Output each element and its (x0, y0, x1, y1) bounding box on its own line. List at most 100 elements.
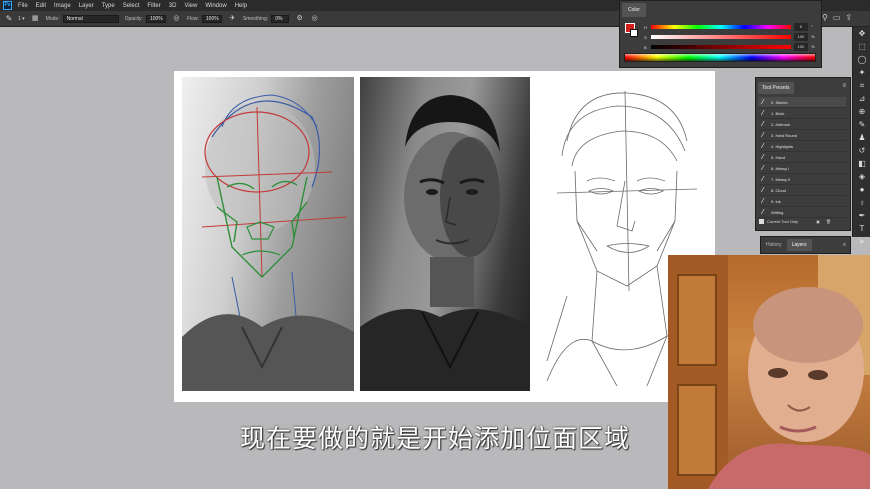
menu-edit[interactable]: Edit (36, 3, 46, 9)
share-icon[interactable]: ⇪ (845, 13, 852, 22)
preset-item[interactable]: ⁄ 2. Airbrush (758, 119, 846, 130)
brush-icon[interactable]: ✎ (853, 118, 870, 131)
chevron-down-icon: ▾ (20, 15, 25, 22)
tool-presets-tab[interactable]: Tool Presets (758, 82, 794, 94)
preset-label: 6. Messy I (771, 165, 790, 171)
toolbar: ✥ ⬚ ◯ ✦ ⌗ ⊿ ⊕ ✎ ♟ ↺ ◧ ◈ ● ♁ ✒ T ➤ (852, 27, 870, 246)
preset-label: 0. Sketch (771, 99, 788, 105)
brightness-label: B (644, 45, 647, 50)
color-spectrum[interactable] (624, 53, 816, 62)
healing-icon[interactable]: ⊕ (853, 105, 870, 118)
stamp-icon[interactable]: ♟ (853, 131, 870, 144)
menu-filter[interactable]: Filter (147, 3, 160, 9)
menu-select[interactable]: Select (123, 3, 140, 9)
type-icon[interactable]: T (853, 222, 870, 235)
history-brush-icon[interactable]: ↺ (853, 144, 870, 157)
saturation-track[interactable] (651, 35, 791, 39)
menu-window[interactable]: Window (205, 3, 226, 9)
preset-item[interactable]: ⁄ 1. Brick (758, 108, 846, 119)
preset-item[interactable]: ⁄ 8. Cloud (758, 185, 846, 196)
mode-control[interactable]: Mode: Normal (46, 14, 119, 23)
saturation-value[interactable]: 100 (794, 33, 808, 41)
menu-type[interactable]: Type (102, 3, 115, 9)
dodge-icon[interactable]: ♁ (853, 196, 870, 209)
hue-value[interactable]: 0 (794, 23, 808, 31)
flow-control[interactable]: Flow: 100% (186, 14, 222, 23)
preset-item[interactable]: ⁄ 6. Messy I (758, 163, 846, 174)
move-icon[interactable]: ✥ (853, 27, 870, 40)
document-canvas[interactable] (174, 71, 715, 402)
preset-label: 5. Hand (771, 154, 786, 160)
smoothing-control[interactable]: Smoothing: 0% (243, 14, 290, 23)
brightness-value[interactable]: 100 (794, 43, 808, 51)
menu-image[interactable]: Image (54, 3, 71, 9)
marquee-icon[interactable]: ⬚ (853, 40, 870, 53)
hue-slider[interactable]: H 0 ° (644, 23, 819, 33)
tab-layers[interactable]: Layers (786, 239, 812, 251)
panel-menu-icon[interactable]: ≡ (843, 242, 846, 248)
reference-photo (360, 77, 530, 391)
menu-view[interactable]: View (184, 3, 197, 9)
brightness-slider[interactable]: B 100 % (644, 43, 819, 53)
presenter-video (668, 255, 870, 489)
opacity-control[interactable]: Opacity: 100% (124, 14, 166, 23)
panel-menu-icon[interactable]: ≡ (842, 83, 846, 89)
preset-item[interactable]: ⁄ 9. Ink (758, 196, 846, 207)
menu-help[interactable]: Help (235, 3, 247, 9)
search-icon[interactable]: ⚲ (822, 13, 828, 22)
path-select-icon[interactable]: ➤ (853, 235, 870, 248)
smoothing-input[interactable]: 0% (271, 14, 290, 23)
preset-item[interactable]: ⁄ 5. Hand (758, 152, 846, 163)
brightness-track[interactable] (651, 45, 791, 49)
brush-size-picker[interactable]: 1 ▾ (18, 16, 25, 22)
blur-icon[interactable]: ● (853, 183, 870, 196)
opacity-label: Opacity: (124, 15, 143, 22)
bucket-icon[interactable]: ◈ (853, 170, 870, 183)
pressure-opacity-icon[interactable]: ◎ (172, 14, 181, 23)
menu-file[interactable]: File (18, 3, 28, 9)
saturation-slider[interactable]: S 100 % (644, 33, 819, 43)
workspace-icon[interactable]: ▭ (833, 13, 841, 22)
hue-track[interactable] (651, 25, 791, 29)
opacity-input[interactable]: 100% (145, 14, 166, 23)
reference-portrait (360, 95, 530, 391)
photoshop-logo: Ps (3, 1, 12, 10)
menu-layer[interactable]: Layer (79, 3, 94, 9)
preset-label: 2. Airbrush (771, 121, 791, 127)
menu-3d[interactable]: 3D (169, 3, 177, 9)
preset-item[interactable]: ⁄ 4. Highlights (758, 141, 846, 152)
lasso-icon[interactable]: ◯ (853, 53, 870, 66)
magic-wand-icon[interactable]: ✦ (853, 66, 870, 79)
brush-icon: ⁄ (762, 208, 764, 216)
new-preset-icon[interactable]: ▣ (816, 219, 820, 224)
flow-input[interactable]: 100% (201, 14, 222, 23)
brush-settings-icon[interactable]: ▦ (31, 14, 40, 23)
color-panel-tab[interactable]: Color (622, 3, 646, 17)
preset-label: Writing (771, 209, 784, 215)
tab-history[interactable]: History (761, 239, 787, 251)
current-tool-only-checkbox[interactable]: Current Tool Only ▣ 🗑 (759, 219, 831, 224)
brush-icon[interactable]: ✎ (4, 14, 14, 24)
mode-select[interactable]: Normal (62, 14, 119, 23)
eyedropper-icon[interactable]: ⊿ (853, 92, 870, 105)
crop-icon[interactable]: ⌗ (853, 79, 870, 92)
preset-label: 9. Ink (771, 198, 781, 204)
background-swatch[interactable] (630, 29, 638, 37)
checkbox-icon[interactable] (759, 219, 764, 224)
pressure-size-icon[interactable]: ◎ (310, 14, 319, 23)
preset-item[interactable]: ⁄ Writing (758, 207, 846, 218)
pen-icon[interactable]: ✒ (853, 209, 870, 222)
preset-item[interactable]: ⁄ 3. Hard Round (758, 130, 846, 141)
eraser-icon[interactable]: ◧ (853, 157, 870, 170)
smoothing-settings-icon[interactable]: ⚙ (295, 14, 304, 23)
preset-item[interactable]: ⁄ 0. Sketch (758, 97, 846, 108)
airbrush-icon[interactable]: ✈ (228, 14, 237, 23)
flow-label: Flow: (186, 15, 199, 22)
preset-label: 8. Cloud (771, 187, 786, 193)
preset-item[interactable]: ⁄ 7. Messy II (758, 174, 846, 185)
workspace-icons: ⚲ ▭ ⇪ (822, 13, 852, 22)
reference-photo-annotated (182, 77, 354, 391)
preset-label: 1. Brick (771, 110, 785, 116)
trash-icon[interactable]: 🗑 (826, 219, 831, 224)
brush-icon: ⁄ (762, 164, 764, 172)
